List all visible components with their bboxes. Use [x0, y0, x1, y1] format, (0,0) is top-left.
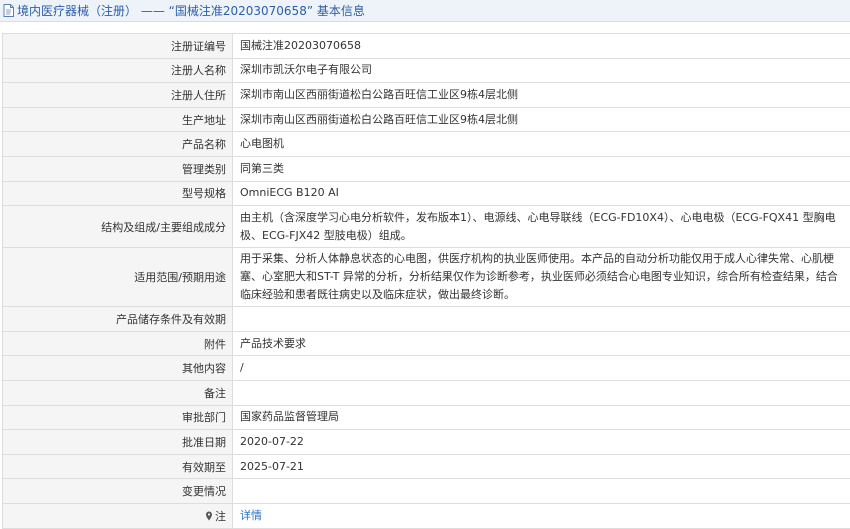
page-header: 境内医疗器械（注册） —— “国械注准20203070658” 基本信息	[0, 0, 850, 22]
table-row: 结构及组成/主要组成成分 由主机（含深度学习心电分析软件，发布版本1）、电源线、…	[2, 206, 850, 249]
table-row: 附件 产品技术要求	[2, 331, 850, 357]
details-link[interactable]: 详情	[240, 507, 262, 525]
row-label: 批准日期	[2, 430, 233, 454]
table-row: 注册人住所 深圳市南山区西丽街道松白公路百旺信工业区9栋4层北侧	[2, 83, 850, 108]
row-value	[233, 479, 850, 503]
row-label: 有效期至	[2, 454, 233, 479]
info-table: 注册证编号 国械注准20203070658 注册人名称 深圳市凯沃尔电子有限公司…	[2, 33, 850, 529]
row-value: OmniECG B120 AI	[240, 186, 339, 200]
row-label: 注册证编号	[2, 34, 233, 58]
row-value	[233, 381, 850, 405]
row-value: 2020-07-22	[240, 434, 304, 448]
row-label: 其他内容	[2, 356, 233, 380]
note-row: 注 详情	[2, 503, 850, 529]
row-label: 生产地址	[2, 107, 233, 132]
row-label: 备注	[2, 380, 233, 405]
table-row: 批准日期 2020-07-22	[2, 430, 850, 455]
table-row: 备注	[2, 380, 850, 406]
row-label: 产品储存条件及有效期	[2, 307, 233, 331]
row-value	[233, 307, 850, 331]
note-label-text: 注	[215, 509, 226, 523]
table-row: 变更情况	[2, 479, 850, 504]
row-value: 深圳市南山区西丽街道松白公路百旺信工业区9栋4层北侧	[240, 87, 518, 101]
page-title: 境内医疗器械（注册） —— “国械注准20203070658” 基本信息	[17, 4, 365, 18]
table-row: 注册人名称 深圳市凯沃尔电子有限公司	[2, 58, 850, 84]
row-value: 产品技术要求	[240, 336, 306, 350]
row-label: 结构及组成/主要组成成分	[2, 206, 233, 248]
row-label: 适用范围/预期用途	[2, 248, 233, 307]
row-label: 管理类别	[2, 156, 233, 181]
table-row: 生产地址 深圳市南山区西丽街道松白公路百旺信工业区9栋4层北侧	[2, 107, 850, 133]
row-value: 由主机（含深度学习心电分析软件，发布版本1）、电源线、心电导联线（ECG-FD1…	[233, 206, 850, 247]
table-row: 其他内容 /	[2, 356, 850, 381]
row-value: 用于采集、分析人体静息状态的心电图，供医疗机构的执业医师使用。本产品的自动分析功…	[233, 248, 850, 306]
row-value-text: 由主机（含深度学习心电分析软件，发布版本1）、电源线、心电导联线（ECG-FD1…	[240, 210, 836, 242]
map-pin-icon	[206, 511, 212, 521]
row-value: 详情	[233, 504, 850, 528]
row-label: 注册人住所	[2, 83, 233, 107]
table-row: 注册证编号 国械注准20203070658	[2, 34, 850, 59]
row-label: 产品名称	[2, 132, 233, 156]
row-value: 同第三类	[240, 161, 284, 175]
table-row: 管理类别 同第三类	[2, 156, 850, 182]
row-label: 附件	[2, 331, 233, 356]
table-row: 审批部门 国家药品监督管理局	[2, 405, 850, 431]
document-icon	[3, 4, 14, 17]
row-value: 心电图机	[240, 137, 284, 151]
row-label: 注册人名称	[2, 58, 233, 83]
table-row: 适用范围/预期用途 用于采集、分析人体静息状态的心电图，供医疗机构的执业医师使用…	[2, 248, 850, 308]
row-value: 深圳市南山区西丽街道松白公路百旺信工业区9栋4层北侧	[240, 112, 518, 126]
row-value: 国械注准20203070658	[240, 38, 361, 52]
table-row: 产品储存条件及有效期	[2, 307, 850, 332]
table-row: 有效期至 2025-07-21	[2, 454, 850, 480]
row-value-text: 用于采集、分析人体静息状态的心电图，供医疗机构的执业医师使用。本产品的自动分析功…	[240, 252, 838, 302]
table-row: 产品名称 心电图机	[2, 132, 850, 157]
row-value: 国家药品监督管理局	[240, 410, 339, 424]
row-value: 2025-07-21	[240, 459, 304, 473]
note-label: 注	[2, 503, 233, 528]
row-label: 变更情况	[2, 479, 233, 503]
row-label: 型号规格	[2, 181, 233, 206]
row-value: 深圳市凯沃尔电子有限公司	[240, 63, 372, 77]
row-label: 审批部门	[2, 405, 233, 430]
row-value: /	[240, 361, 244, 375]
table-row: 型号规格 OmniECG B120 AI	[2, 181, 850, 207]
